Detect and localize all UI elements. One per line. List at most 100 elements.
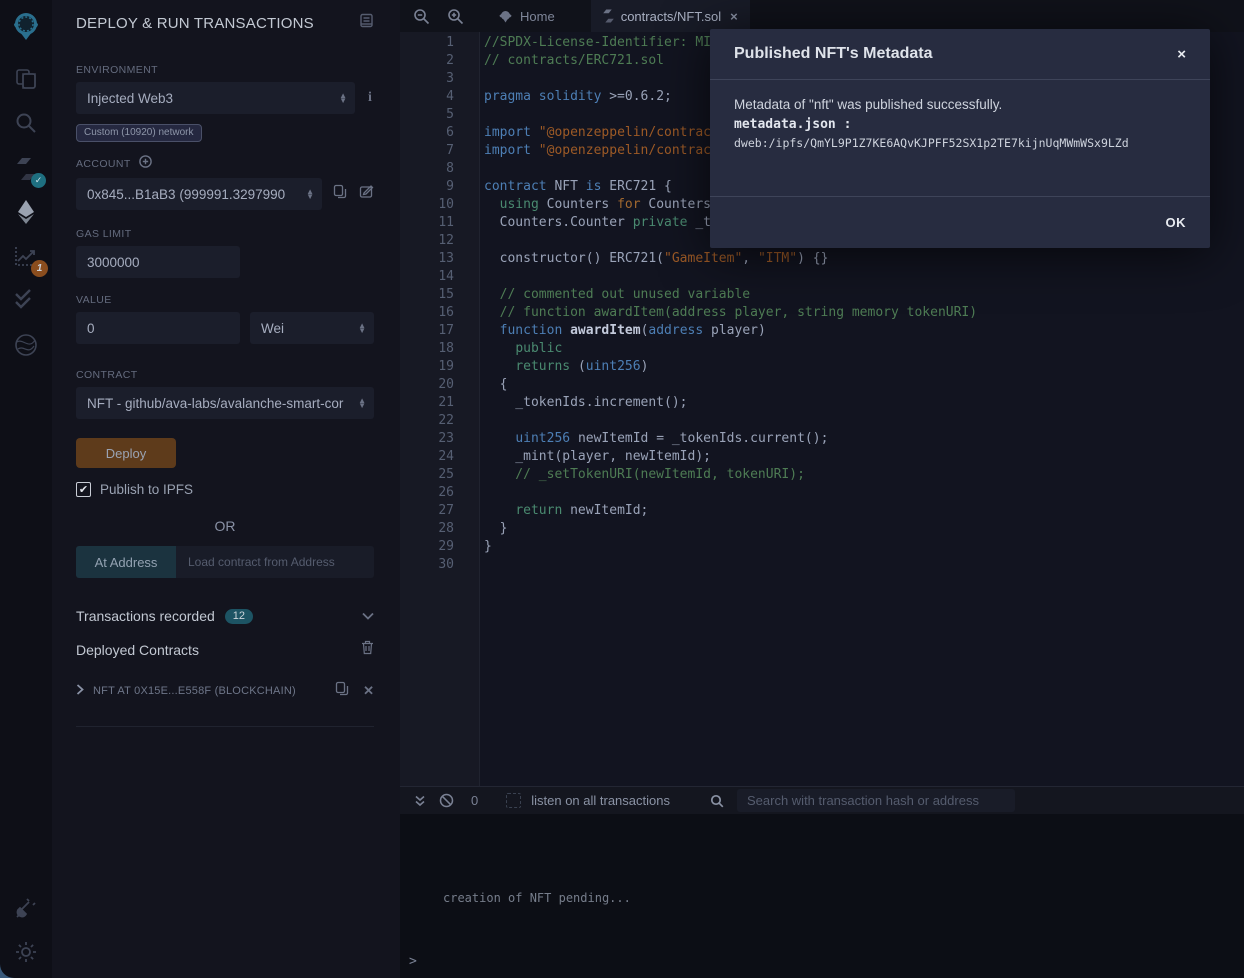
code-line[interactable]: _mint(player, newItemId); [484, 449, 1244, 467]
at-address-button[interactable]: At Address [76, 546, 176, 578]
line-number[interactable]: 16 [400, 305, 479, 323]
copy-contract-icon[interactable] [335, 681, 349, 701]
search-icon[interactable] [0, 111, 52, 135]
line-number[interactable]: 14 [400, 269, 479, 287]
value-label: VALUE [76, 294, 374, 306]
gas-limit-input[interactable] [76, 246, 240, 278]
line-number[interactable]: 17 [400, 323, 479, 341]
line-number[interactable]: 8 [400, 161, 479, 179]
terminal-expand-icon[interactable] [414, 795, 426, 807]
sign-message-icon[interactable] [359, 184, 374, 204]
deployed-contract-item[interactable]: NFT AT 0X15E...E558F (BLOCKCHAIN) ✕ [76, 681, 374, 701]
tab-close-icon[interactable]: × [730, 9, 738, 24]
code-line[interactable]: constructor() ERC721("GameItem", "ITM") … [484, 251, 1244, 269]
or-separator: OR [76, 518, 374, 534]
tab-nft-sol[interactable]: contracts/NFT.sol × [591, 0, 750, 32]
environment-info-icon[interactable]: i [368, 90, 372, 106]
clear-console-icon[interactable] [439, 793, 454, 808]
line-number[interactable]: 2 [400, 53, 479, 71]
line-number[interactable]: 23 [400, 431, 479, 449]
code-line[interactable]: // commented out unused variable [484, 287, 1244, 305]
account-select[interactable]: 0x845...B1aB3 (999991.3297990 ▲▼ [76, 178, 322, 210]
analysis-count-badge: 1 [31, 260, 48, 277]
code-line[interactable]: _tokenIds.increment(); [484, 395, 1244, 413]
expand-chevron-icon[interactable] [76, 682, 84, 700]
terminal-output[interactable]: creation of NFT pending... > [400, 814, 1244, 978]
modal-file-label: metadata.json : [734, 117, 1186, 132]
file-explorer-icon[interactable] [0, 67, 52, 91]
line-number[interactable]: 10 [400, 197, 479, 215]
line-number[interactable]: 21 [400, 395, 479, 413]
remix-logo-icon[interactable] [0, 7, 52, 45]
code-line[interactable] [484, 413, 1244, 431]
code-line[interactable]: public [484, 341, 1244, 359]
line-number[interactable]: 29 [400, 539, 479, 557]
line-number[interactable]: 13 [400, 251, 479, 269]
line-number[interactable]: 3 [400, 71, 479, 89]
deploy-button[interactable]: Deploy [76, 438, 176, 468]
line-number[interactable]: 19 [400, 359, 479, 377]
code-line[interactable] [484, 557, 1244, 575]
trash-icon[interactable] [361, 640, 374, 660]
debugger-icon[interactable] [0, 332, 52, 358]
line-number[interactable]: 7 [400, 143, 479, 161]
publish-ipfs-checkbox[interactable]: ✔ [76, 482, 91, 497]
line-number[interactable]: 4 [400, 89, 479, 107]
code-line[interactable]: returns (uint256) [484, 359, 1244, 377]
line-number[interactable]: 5 [400, 107, 479, 125]
code-line[interactable] [484, 269, 1244, 287]
line-number[interactable]: 25 [400, 467, 479, 485]
copy-account-icon[interactable] [333, 184, 347, 204]
line-number[interactable]: 22 [400, 413, 479, 431]
deploy-and-run-icon[interactable] [0, 199, 52, 225]
contract-select[interactable]: NFT - github/ava-labs/avalanche-smart-co… [76, 387, 374, 419]
line-number[interactable]: 6 [400, 125, 479, 143]
modal-close-icon[interactable]: × [1177, 46, 1186, 63]
line-number[interactable]: 18 [400, 341, 479, 359]
tab-home[interactable]: Home [486, 0, 567, 32]
code-line[interactable]: // function awardItem(address player, st… [484, 305, 1244, 323]
value-input[interactable] [76, 312, 240, 344]
value-unit-select[interactable]: Wei ▲▼ [250, 312, 374, 344]
solidity-compiler-icon[interactable]: ✓ [0, 156, 52, 182]
line-number[interactable]: 28 [400, 521, 479, 539]
line-number[interactable]: 1 [400, 35, 479, 53]
terminal-search-input[interactable] [737, 789, 1015, 812]
chevron-down-icon[interactable] [362, 607, 374, 625]
icon-rail: ✓ 1 [0, 0, 52, 978]
panel-title: DEPLOY & RUN TRANSACTIONS [76, 15, 314, 32]
plugin-manager-icon[interactable] [0, 896, 52, 920]
line-number[interactable]: 27 [400, 503, 479, 521]
line-number[interactable]: 24 [400, 449, 479, 467]
at-address-input[interactable] [176, 546, 374, 578]
code-line[interactable]: { [484, 377, 1244, 395]
line-number[interactable]: 20 [400, 377, 479, 395]
modal-ok-button[interactable]: OK [1166, 215, 1187, 230]
deploy-run-panel: DEPLOY & RUN TRANSACTIONS ENVIRONMENT In… [52, 0, 400, 978]
unit-testing-icon[interactable] [0, 287, 52, 311]
line-number[interactable]: 11 [400, 215, 479, 233]
code-line[interactable]: } [484, 521, 1244, 539]
code-line[interactable]: // _setTokenURI(newItemId, tokenURI); [484, 467, 1244, 485]
solidity-analysis-icon[interactable]: 1 [0, 243, 52, 269]
environment-select[interactable]: Injected Web3 ▲▼ [76, 82, 355, 114]
line-number[interactable]: 26 [400, 485, 479, 503]
panel-divider [76, 726, 374, 727]
code-line[interactable] [484, 485, 1244, 503]
line-number[interactable]: 12 [400, 233, 479, 251]
code-line[interactable]: uint256 newItemId = _tokenIds.current(); [484, 431, 1244, 449]
remove-contract-icon[interactable]: ✕ [363, 683, 374, 699]
zoom-in-icon[interactable] [438, 8, 472, 25]
line-number[interactable]: 15 [400, 287, 479, 305]
code-line[interactable]: function awardItem(address player) [484, 323, 1244, 341]
line-number[interactable]: 9 [400, 179, 479, 197]
deployed-contract-name: NFT AT 0X15E...E558F (BLOCKCHAIN) [93, 685, 296, 697]
code-line[interactable]: return newItemId; [484, 503, 1244, 521]
add-account-icon[interactable] [139, 155, 152, 173]
line-number[interactable]: 30 [400, 557, 479, 575]
code-line[interactable]: } [484, 539, 1244, 557]
documentation-icon[interactable] [359, 13, 374, 33]
settings-gear-icon[interactable] [0, 940, 52, 964]
listen-transactions-checkbox[interactable] [506, 793, 521, 808]
zoom-out-icon[interactable] [404, 8, 438, 25]
